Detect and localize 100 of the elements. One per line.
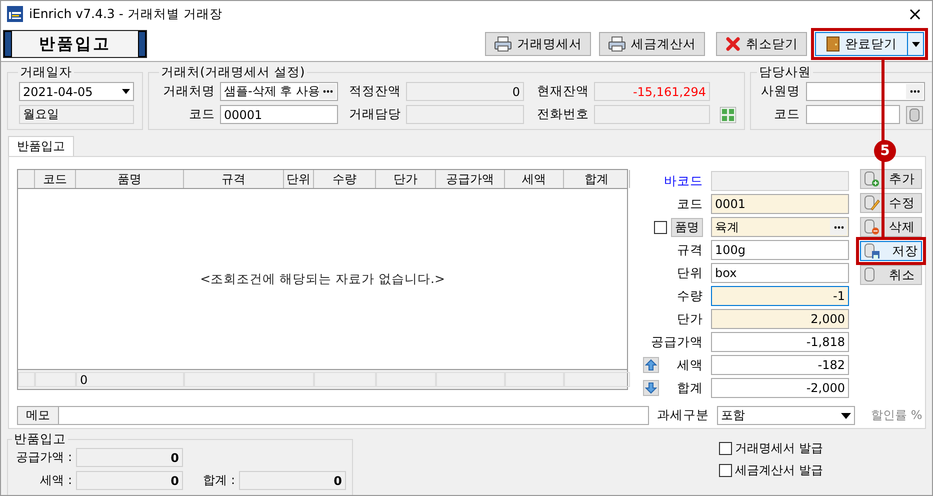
field-label: 바코드	[664, 172, 703, 190]
column-header[interactable]: 규격	[184, 170, 284, 188]
column-header[interactable]: 품명	[76, 170, 184, 188]
field-label: 합계	[677, 380, 703, 396]
column-header[interactable]: 단위	[284, 170, 314, 188]
app-logo-icon	[7, 6, 23, 22]
item-name-button[interactable]: 품명	[671, 218, 703, 236]
database-icon	[864, 219, 880, 235]
toolbar-button[interactable]: 거래명세서	[485, 32, 591, 56]
printer-icon	[608, 36, 626, 52]
field-label: 적정잔액	[348, 83, 401, 100]
checkbox-option[interactable]: 거래명세서 발급	[719, 440, 823, 457]
toolbar-button[interactable]: 세금계산서	[599, 32, 705, 56]
group-title: 거래처(거래명세서 설정)	[160, 64, 306, 81]
text-field[interactable]: 0001	[711, 194, 849, 214]
field-label: 사원명	[760, 83, 800, 100]
ellipsis-icon	[834, 226, 844, 228]
tax-total-field: 0	[76, 471, 183, 490]
side-button[interactable]: 추가	[860, 169, 922, 189]
browse-button[interactable]	[906, 84, 923, 99]
down-arrow-button[interactable]	[643, 380, 659, 396]
supply-label: 공급가액 :	[15, 449, 72, 466]
memo-field[interactable]	[59, 406, 649, 425]
field-label: 단가	[677, 310, 703, 328]
column-header[interactable]: 코드	[35, 170, 76, 188]
supply-total-field: 0	[76, 448, 183, 467]
column-header[interactable]: 공급가액	[436, 170, 505, 188]
field-label: 코드	[188, 106, 215, 123]
text-field[interactable]: 육계	[711, 217, 849, 237]
printer-icon	[494, 36, 512, 52]
checkbox[interactable]	[654, 220, 667, 234]
door-icon	[826, 36, 840, 52]
field-label: 단위	[677, 264, 703, 282]
footer-count-cell: 0	[76, 372, 184, 387]
total-label: 합계 :	[202, 472, 235, 489]
tab[interactable]: 반품입고	[8, 136, 74, 156]
window-title: iEnrich v7.4.3 - 거래처별 거래장	[29, 6, 222, 22]
field-label: 전화번호	[536, 106, 589, 123]
ellipsis-icon	[910, 90, 920, 93]
text-field[interactable]: box	[711, 263, 849, 283]
down-arrow-icon	[645, 382, 657, 394]
empty-message: <조회조건에 해당되는 자료가 없습니다.>	[200, 270, 445, 288]
close-button[interactable]: ×	[898, 2, 932, 26]
text-field[interactable]: -1	[711, 286, 849, 306]
text-field[interactable]: -2,000	[711, 378, 849, 398]
database-icon	[864, 243, 880, 259]
field-label: 세액	[677, 356, 703, 374]
grand-total-field: 0	[239, 471, 346, 490]
footer-cell	[18, 372, 35, 387]
column-header[interactable]: 단가	[376, 170, 436, 188]
text-field[interactable]: 00001	[220, 105, 338, 124]
database-icon	[864, 171, 880, 187]
column-header[interactable]: 수량	[314, 170, 376, 188]
tax-dropdown[interactable]: 포함	[717, 406, 855, 425]
up-arrow-button[interactable]	[643, 357, 659, 373]
footer-cell	[564, 372, 630, 387]
tax-label: 세액 :	[39, 472, 72, 489]
group-title: 반품입고	[13, 431, 67, 448]
checkbox-option[interactable]: 세금계산서 발급	[719, 462, 823, 479]
browse-button[interactable]	[319, 84, 336, 99]
field-label: 과세구분	[656, 407, 709, 424]
field-label: 수량	[677, 288, 703, 304]
page-banner: 반품입고	[3, 30, 147, 58]
toolbar-button[interactable]: 취소닫기	[716, 32, 807, 56]
date-dropdown[interactable]: 2021-04-05	[19, 82, 134, 101]
group-title: 거래일자	[19, 64, 73, 81]
up-arrow-icon	[645, 359, 657, 371]
toolbar-button[interactable]: 완료닫기	[815, 32, 908, 56]
side-button[interactable]: 삭제	[860, 217, 922, 237]
text-field[interactable]: -1,818	[711, 332, 849, 352]
browse-button[interactable]	[830, 219, 847, 235]
caret-icon	[912, 42, 920, 46]
side-button[interactable]: 수정	[860, 193, 922, 213]
x-icon	[725, 36, 741, 52]
side-button[interactable]: 취소	[860, 265, 922, 285]
text-field[interactable]: 샘플-삭제 후 사용	[220, 82, 338, 101]
group-title: 담당사원	[758, 64, 812, 81]
text-field[interactable]: 2,000	[711, 309, 849, 329]
memo-label: 메모	[17, 406, 59, 425]
field-label: 규격	[677, 242, 703, 258]
ellipsis-icon	[322, 90, 332, 93]
column-header[interactable]: 세액	[505, 170, 564, 188]
staff-name-field[interactable]	[806, 82, 925, 101]
field-label: 현재잔액	[536, 83, 589, 100]
caret-icon	[841, 412, 851, 418]
text-field[interactable]: 100g	[711, 240, 849, 260]
step-badge: 5	[874, 140, 896, 162]
text-field[interactable]: -182	[711, 355, 849, 375]
database-icon	[864, 195, 880, 211]
field-label: 코드	[677, 196, 703, 212]
caret-icon	[122, 89, 130, 94]
field-label: 코드	[773, 106, 800, 123]
weekday-field: 월요일	[19, 105, 134, 124]
field-label: 거래처명	[162, 83, 215, 100]
discount-label: 할인률 %	[871, 407, 922, 424]
barcode-field[interactable]	[711, 171, 849, 191]
staff-code-field[interactable]	[806, 105, 900, 124]
dropdown-button[interactable]	[908, 32, 924, 56]
column-header[interactable]: 합계	[564, 170, 630, 188]
database-icon[interactable]	[906, 106, 923, 124]
